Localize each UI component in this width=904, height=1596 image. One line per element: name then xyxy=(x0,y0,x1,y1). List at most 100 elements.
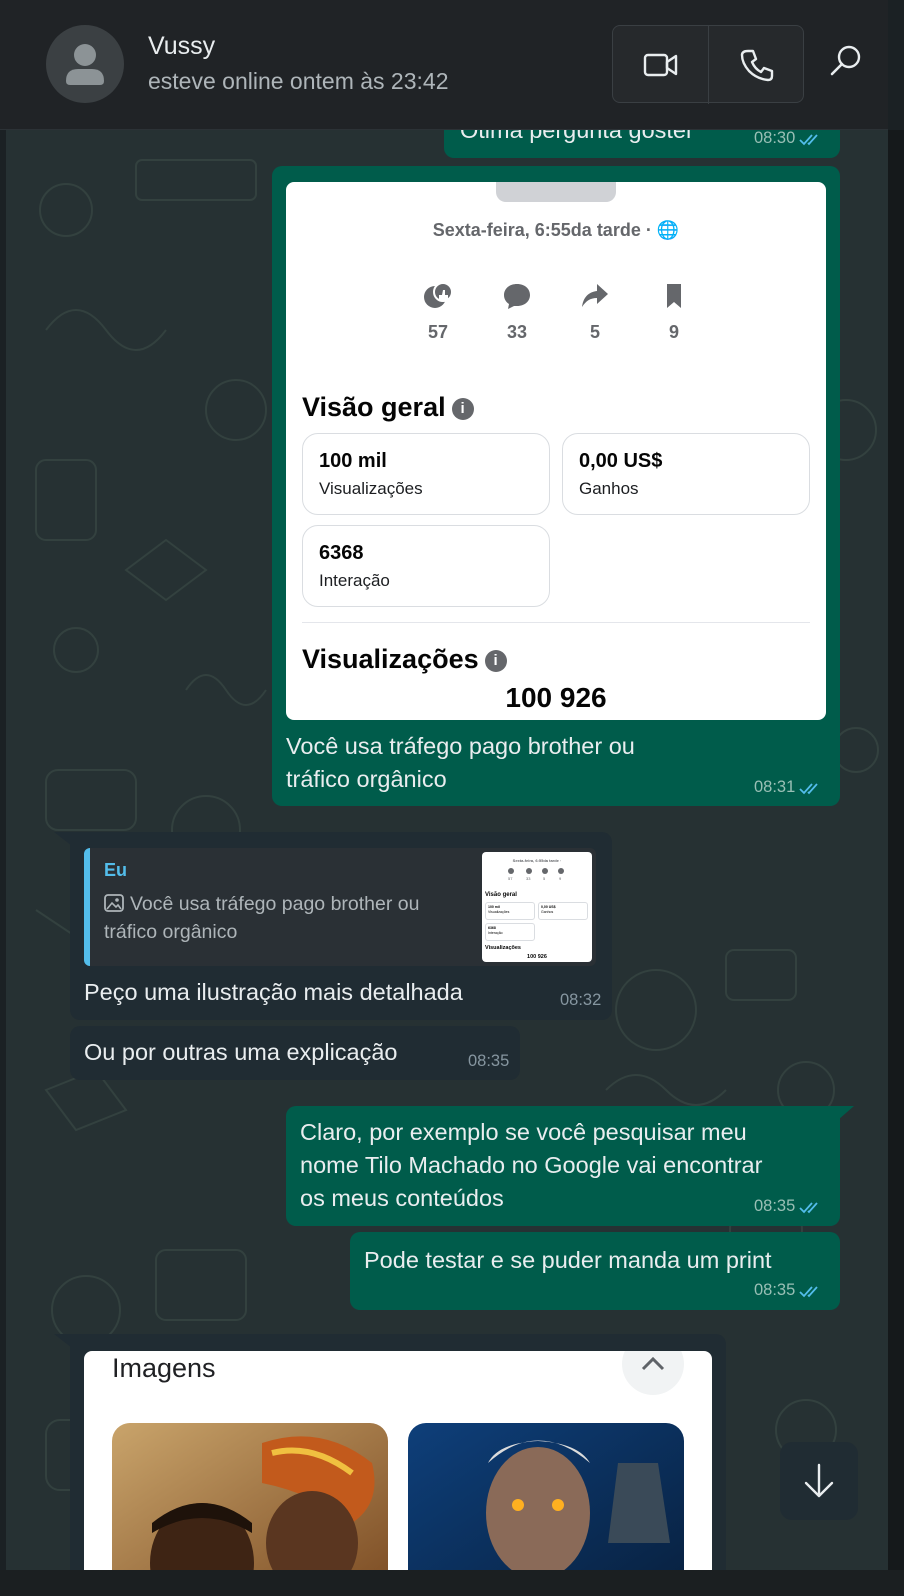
thumb-tile-label: Visualizações xyxy=(488,909,510,914)
image-icon xyxy=(104,894,124,912)
image-result-warrior xyxy=(408,1423,684,1570)
tile-value: 100 mil xyxy=(319,450,387,472)
thumb-tile-earnings: 0,00 US$ Ganhos xyxy=(538,902,588,920)
phone-icon xyxy=(740,49,774,82)
message-outgoing[interactable]: Claro, por exemplo se você pesquisar meu… xyxy=(286,1106,840,1226)
image-caption-line-1: Você usa tráfego pago brother ou xyxy=(286,733,635,759)
stat-saves: 9 xyxy=(644,282,704,343)
scroll-to-bottom-button[interactable] xyxy=(780,1442,858,1520)
sheet-handle xyxy=(496,182,616,202)
message-time: 08:35 xyxy=(468,1052,510,1070)
tile-label: Visualizações xyxy=(319,479,423,498)
thumb-comments: 33 xyxy=(526,876,531,881)
thumb-overview: Visão geral xyxy=(485,892,517,898)
tile-views: 100 mil Visualizações xyxy=(302,433,550,515)
thumb-likes: 57 xyxy=(508,876,513,881)
thumb-share-dot xyxy=(542,868,548,874)
quote-accent-bar xyxy=(84,848,90,966)
chat-window: Vussy esteve online ontem às 23:42 Ótima… xyxy=(0,0,904,1596)
message-incoming[interactable]: Ou por outras uma explicação 08:35 xyxy=(70,1026,520,1080)
bubble-tail xyxy=(54,832,72,846)
views-heading: Visualizações i xyxy=(302,644,507,675)
contact-avatar[interactable] xyxy=(46,25,124,103)
saves-count: 9 xyxy=(668,322,679,342)
views-title: Visualizações xyxy=(302,644,479,674)
shared-search-screenshot[interactable]: Imagens xyxy=(84,1351,712,1570)
post-date: Sexta-feira, 6:55da tarde · 🌐 xyxy=(432,220,680,240)
quote-thumbnail: Sexta-feira, 6:55da tarde · 57 33 5 9 Vi… xyxy=(482,852,592,962)
message-text: Pode testar e se puder manda um print xyxy=(364,1247,772,1273)
chat-scrollbar[interactable] xyxy=(888,130,904,1570)
contact-name[interactable]: Vussy xyxy=(148,32,215,61)
read-ticks-icon xyxy=(799,1202,818,1213)
thumb-tile-interactions: 6368 Interação xyxy=(485,923,535,941)
tile-value: 0,00 US$ xyxy=(579,450,663,472)
thumb-tile-views: 100 mil Visualizações xyxy=(485,902,535,920)
shares-count: 5 xyxy=(589,322,600,342)
bubble-tail xyxy=(838,1106,854,1120)
thumb-tile-value: 0,00 US$ xyxy=(541,905,556,909)
video-call-button[interactable] xyxy=(613,26,709,104)
comment-icon xyxy=(504,284,530,309)
quoted-message[interactable]: Eu Você usa tráfego pago brother ou tráf… xyxy=(84,848,596,966)
thumb-shares: 5 xyxy=(543,876,546,881)
message-text-line-2: nome Tilo Machado no Google vai encontra… xyxy=(300,1152,763,1178)
thumb-tile-label: Interação xyxy=(488,930,503,935)
card-divider xyxy=(302,622,810,623)
quote-text: Você usa tráfego pago brother ou tráfico… xyxy=(104,890,464,946)
thumb-like-dot xyxy=(508,868,514,874)
person-icon xyxy=(66,44,104,85)
message-text-line-3: os meus conteúdos xyxy=(300,1185,504,1211)
message-time: 08:30 xyxy=(754,129,796,147)
photo-thumbnail xyxy=(112,1423,388,1570)
thumb-comment-dot xyxy=(526,868,532,874)
message-time: 08:32 xyxy=(560,991,602,1009)
bookmark-icon xyxy=(667,284,681,308)
stat-shares: 5 xyxy=(565,282,625,343)
thumb-views-value: 100 926 xyxy=(527,954,547,960)
video-call-icon xyxy=(643,53,678,77)
quote-author: Eu xyxy=(104,860,128,880)
bubble-tail xyxy=(54,1334,72,1348)
image-result-couple xyxy=(112,1423,388,1570)
stat-likes: 57 xyxy=(408,282,468,343)
overview-heading: Visão geral i xyxy=(302,392,474,423)
chat-header: Vussy esteve online ontem às 23:42 xyxy=(0,0,888,130)
photo-thumbnail xyxy=(408,1423,684,1570)
thumb-date: Sexta-feira, 6:55da tarde · xyxy=(512,858,562,863)
voice-call-button[interactable] xyxy=(709,26,805,104)
search-button[interactable] xyxy=(826,40,866,80)
tile-label: Interação xyxy=(319,571,390,590)
tile-earnings: 0,00 US$ Ganhos xyxy=(562,433,810,515)
like-icon xyxy=(424,282,453,308)
shared-screenshot-image[interactable]: Sexta-feira, 6:55da tarde · 🌐 57 33 5 9 … xyxy=(286,182,826,720)
message-text-line-1: Claro, por exemplo se você pesquisar meu xyxy=(300,1119,747,1145)
message-meta: 08:35 xyxy=(754,1197,821,1216)
image-caption-line-2: tráfico orgânico xyxy=(286,766,447,792)
thumb-saves: 9 xyxy=(559,876,562,881)
tile-label: Ganhos xyxy=(579,479,639,498)
views-total: 100 926 xyxy=(505,682,607,713)
quote-text-content: Você usa tráfego pago brother ou tráfico… xyxy=(104,893,420,943)
read-ticks-icon xyxy=(799,134,818,145)
read-ticks-icon xyxy=(799,783,818,794)
info-icon: i xyxy=(451,398,474,420)
message-outgoing[interactable]: Pode testar e se puder manda um print 08… xyxy=(350,1232,840,1310)
overview-title: Visão geral xyxy=(302,392,446,422)
tile-value: 6368 xyxy=(319,542,364,564)
collapse-button xyxy=(622,1351,684,1395)
share-icon xyxy=(582,284,608,307)
thumb-tile-value: 6368 xyxy=(488,926,496,930)
thumb-views: Visualizações xyxy=(485,945,521,951)
contact-status: esteve online ontem às 23:42 xyxy=(148,68,449,94)
message-text: Ou por outras uma explicação xyxy=(84,1039,398,1065)
chevron-up-icon xyxy=(641,1356,665,1371)
message-text: Peço uma ilustração mais detalhada xyxy=(84,979,463,1005)
search-icon xyxy=(830,45,861,76)
thumb-tile-label: Ganhos xyxy=(541,909,554,914)
message-meta: 08:30 xyxy=(754,129,821,148)
call-buttons xyxy=(612,25,805,104)
tile-interactions: 6368 Interação xyxy=(302,525,550,607)
chat-bottom-edge xyxy=(0,1570,904,1596)
message-time: 08:31 xyxy=(754,778,796,796)
